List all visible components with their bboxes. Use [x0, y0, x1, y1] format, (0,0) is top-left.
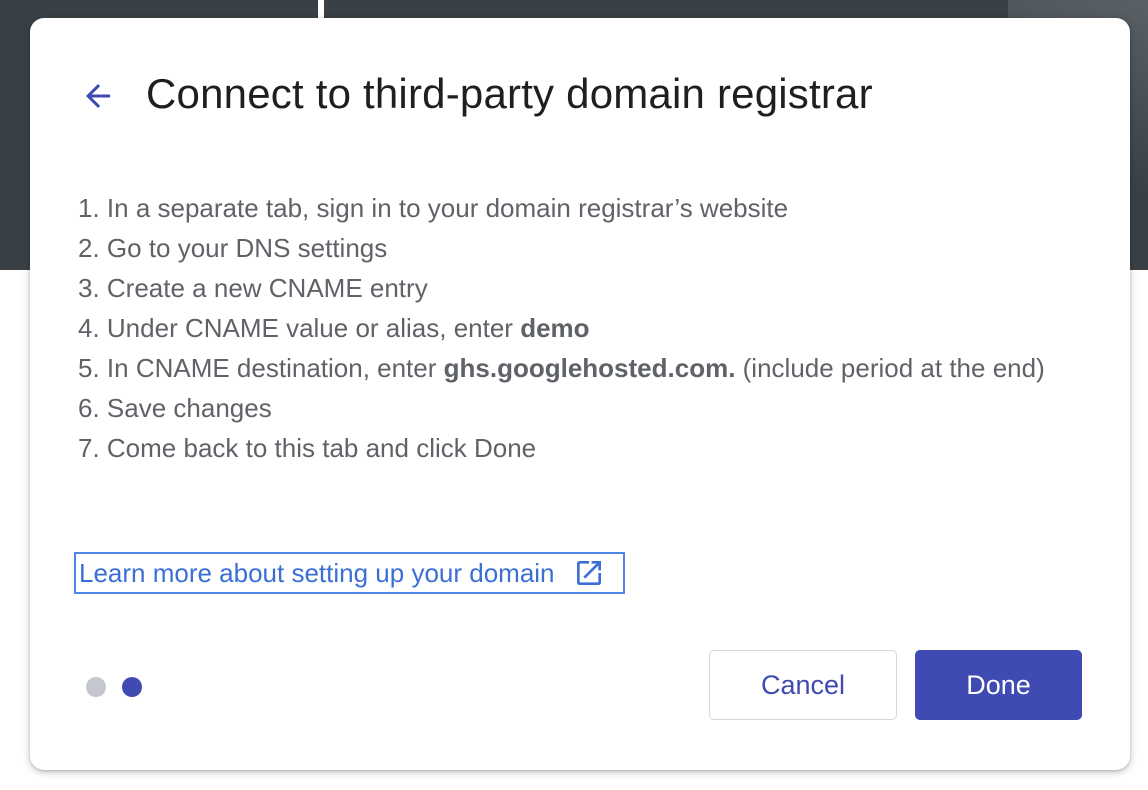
cancel-button[interactable]: Cancel: [709, 650, 897, 720]
page-dot-2-active: [122, 677, 142, 697]
instruction-step: 3. Create a new CNAME entry: [78, 273, 428, 303]
instruction-step: 5. In CNAME destination, enter ghs.googl…: [78, 353, 1045, 383]
arrow-back-icon: [80, 78, 116, 114]
cname-destination-value: ghs.googlehosted.com.: [443, 353, 736, 383]
instruction-step: 7. Come back to this tab and click Done: [78, 433, 537, 463]
page-dot-1: [86, 677, 106, 697]
dialog-title: Connect to third-party domain registrar: [146, 70, 873, 117]
learn-more-link[interactable]: Learn more about setting up your domain: [74, 552, 625, 594]
learn-more-label: Learn more about setting up your domain: [79, 557, 555, 588]
back-button[interactable]: [76, 74, 120, 118]
connect-domain-dialog: Connect to third-party domain registrar …: [30, 18, 1130, 770]
background-divider: [318, 0, 324, 20]
instruction-step: 2. Go to your DNS settings: [78, 233, 388, 263]
pagination-dots: [86, 677, 142, 697]
open-in-new-icon: [573, 557, 605, 589]
instruction-step: 6. Save changes: [78, 393, 272, 423]
cname-alias-value: demo: [520, 313, 590, 343]
instruction-step: 1. In a separate tab, sign in to your do…: [78, 193, 789, 223]
instruction-list: 1. In a separate tab, sign in to your do…: [78, 188, 1078, 468]
done-button[interactable]: Done: [915, 650, 1082, 720]
instruction-step: 4. Under CNAME value or alias, enter dem…: [78, 313, 590, 343]
